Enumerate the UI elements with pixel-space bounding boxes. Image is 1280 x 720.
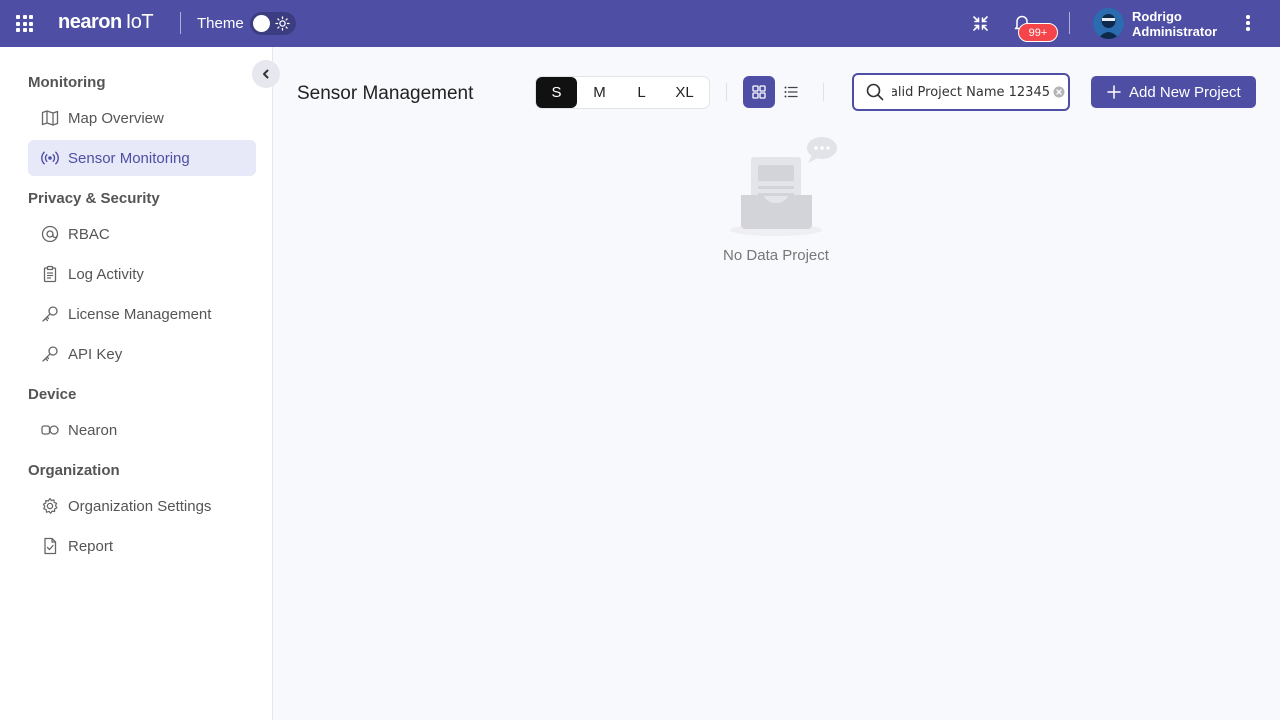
sidebar-item-label: Report — [68, 538, 114, 555]
grid-view-button[interactable] — [743, 76, 775, 108]
search-input[interactable] — [892, 82, 1050, 102]
sidebar-item-label: API Key — [68, 346, 123, 363]
at-icon — [41, 225, 59, 243]
sun-icon — [275, 16, 290, 31]
sidebar-item-organization-settings[interactable]: Organization Settings — [28, 488, 256, 524]
sidebar-item-map-overview[interactable]: Map Overview — [28, 100, 256, 136]
sidebar-item-label: License Management — [68, 306, 212, 323]
theme-label: Theme — [197, 15, 244, 32]
device-icon — [41, 425, 59, 435]
page-title: Sensor Management — [297, 83, 474, 104]
sidebar-item-api-key[interactable]: API Key — [28, 336, 256, 372]
size-selector: S M L XL — [535, 76, 710, 109]
avatar-image — [1093, 8, 1124, 39]
theme-toggle[interactable] — [250, 12, 296, 35]
key-icon — [42, 346, 58, 362]
divider — [823, 83, 824, 101]
divider — [726, 83, 727, 101]
size-button-xl[interactable]: XL — [664, 77, 705, 108]
grid-icon — [752, 85, 766, 99]
sidebar-item-rbac[interactable]: RBAC — [28, 216, 256, 252]
user-name: Rodrigo — [1132, 9, 1182, 24]
compress-icon[interactable] — [972, 15, 989, 32]
more-vertical-icon[interactable] — [1241, 13, 1255, 33]
sidebar-item-sensor-monitoring[interactable]: Sensor Monitoring — [28, 140, 256, 176]
apps-grid-icon[interactable] — [16, 15, 33, 32]
clipboard-icon — [43, 265, 57, 283]
top-bar: nearon IoT Theme 99+ Rodrigo Administrat… — [0, 0, 1280, 47]
section-title-monitoring: Monitoring — [28, 74, 106, 91]
toggle-knob — [253, 15, 270, 32]
notification-badge[interactable]: 99+ — [1018, 23, 1058, 42]
add-new-project-label: Add New Project — [1129, 84, 1241, 101]
sidebar-item-nearon[interactable]: Nearon — [28, 412, 256, 448]
sidebar-item-license-management[interactable]: License Management — [28, 296, 256, 332]
logo-suffix-text: IoT — [125, 11, 154, 33]
collapse-sidebar-button[interactable] — [252, 60, 280, 88]
gear-icon — [42, 497, 58, 514]
empty-state-text: No Data Project — [723, 247, 829, 264]
add-new-project-button[interactable]: Add New Project — [1091, 76, 1256, 108]
list-view-button[interactable] — [775, 76, 807, 108]
logo-main-text: nearon — [58, 11, 122, 33]
sidebar-item-label: Map Overview — [68, 110, 164, 127]
clear-icon[interactable] — [1053, 86, 1065, 98]
sidebar-item-label: Organization Settings — [68, 498, 212, 515]
user-role: Administrator — [1132, 24, 1218, 39]
empty-inbox-icon — [730, 137, 837, 236]
sidebar-item-log-activity[interactable]: Log Activity — [28, 256, 256, 292]
sidebar-item-label: Log Activity — [68, 266, 144, 283]
size-button-m[interactable]: M — [579, 77, 620, 108]
broadcast-icon — [41, 151, 59, 165]
list-icon — [784, 86, 798, 98]
size-button-s[interactable]: S — [536, 77, 577, 108]
plus-icon — [1107, 85, 1121, 99]
divider — [1069, 12, 1070, 34]
section-title-privacy-security: Privacy & Security — [28, 190, 160, 207]
sidebar-item-label: Sensor Monitoring — [68, 150, 190, 167]
size-button-l[interactable]: L — [621, 77, 662, 108]
sidebar-item-label: RBAC — [68, 226, 110, 243]
key-icon — [42, 306, 58, 322]
sidebar-item-label: Nearon — [68, 422, 118, 439]
section-title-organization: Organization — [28, 462, 120, 479]
map-icon — [41, 110, 59, 126]
report-icon — [44, 537, 57, 555]
search-icon — [866, 83, 884, 101]
search-box — [852, 73, 1070, 111]
sidebar-item-report[interactable]: Report — [28, 528, 256, 564]
avatar[interactable] — [1093, 8, 1124, 39]
chevron-left-icon — [263, 69, 269, 79]
divider — [180, 12, 181, 34]
app-logo[interactable]: nearon IoT — [58, 11, 154, 34]
section-title-device: Device — [28, 386, 77, 403]
